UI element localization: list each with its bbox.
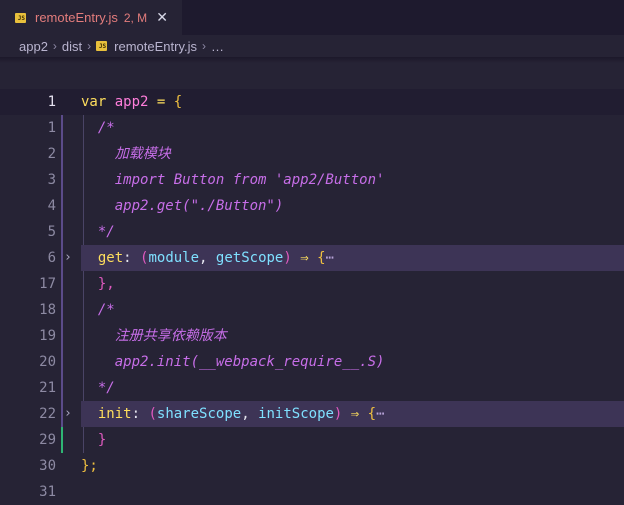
javascript-file-icon: JS xyxy=(15,12,26,23)
code-line: 5 */ xyxy=(0,219,624,245)
editor-tab-bar: JS remoteEntry.js 2, M ✕ xyxy=(0,0,624,35)
line-number: 17 xyxy=(39,276,56,292)
code-line: 17 }, xyxy=(0,271,624,297)
code-line: 31 xyxy=(0,479,624,505)
line-number: 1 xyxy=(47,120,56,136)
chevron-right-icon: › xyxy=(87,39,92,53)
line-content: }, xyxy=(97,276,115,292)
code-line: 21 */ xyxy=(0,375,624,401)
code-line: 20 app2.init(__webpack_require__.S) xyxy=(0,349,624,375)
line-number: 29 xyxy=(39,432,56,448)
tab-remoteentry[interactable]: JS remoteEntry.js 2, M ✕ xyxy=(0,0,183,35)
breadcrumb: app2 › dist › JS remoteEntry.js › … xyxy=(0,35,624,57)
code-line: 4 app2.get("./Button") xyxy=(0,193,624,219)
breadcrumb-folder-dist[interactable]: dist xyxy=(62,39,82,54)
tab-problem-status: 2, M xyxy=(123,10,148,25)
code-line: 1 /* xyxy=(0,115,624,141)
line-number: 19 xyxy=(39,328,56,344)
code-line: 3 import Button from 'app2/Button' xyxy=(0,167,624,193)
line-number: 6 xyxy=(47,250,56,266)
chevron-right-icon[interactable]: › xyxy=(64,401,72,427)
chevron-right-icon: › xyxy=(52,39,57,53)
line-content: var app2 = { xyxy=(81,94,183,110)
code-line: 1 var app2 = { xyxy=(0,89,624,115)
code-line-folded: 22 › init: (shareScope, initScope) ⇒ {⋯ xyxy=(0,401,624,427)
code-line: 18 /* xyxy=(0,297,624,323)
code-line: 30 }; xyxy=(0,453,624,479)
line-content: import Button from 'app2/Button' xyxy=(114,172,385,188)
code-line: 29 } xyxy=(0,427,624,453)
folded-ellipsis[interactable]: ⋯ xyxy=(376,406,384,422)
line-number: 22 xyxy=(39,406,56,422)
line-number: 21 xyxy=(39,380,56,396)
line-content: get: (module, getScope) ⇒ {⋯ xyxy=(97,250,334,266)
breadcrumb-folder-app2[interactable]: app2 xyxy=(19,39,48,54)
line-content: 加载模块 xyxy=(114,146,171,162)
javascript-file-icon: JS xyxy=(96,41,108,51)
line-content: } xyxy=(97,432,107,448)
breadcrumb-symbol[interactable]: … xyxy=(211,39,224,54)
line-number: 31 xyxy=(39,484,56,500)
code-line-folded: 6 › get: (module, getScope) ⇒ {⋯ xyxy=(0,245,624,271)
line-content: */ xyxy=(97,380,115,396)
breadcrumb-shadow xyxy=(0,57,624,63)
line-number: 5 xyxy=(47,224,56,240)
line-number: 3 xyxy=(47,172,56,188)
line-content: init: (shareScope, initScope) ⇒ {⋯ xyxy=(97,406,385,422)
line-content: }; xyxy=(81,458,98,474)
line-number: 30 xyxy=(39,458,56,474)
code-line: 19 注册共享依赖版本 xyxy=(0,323,624,349)
line-number: 20 xyxy=(39,354,56,370)
tab-filename: remoteEntry.js xyxy=(35,10,118,25)
line-number: 18 xyxy=(39,302,56,318)
line-content: /* xyxy=(97,302,115,318)
breadcrumb-file[interactable]: remoteEntry.js xyxy=(114,39,197,54)
folded-ellipsis[interactable]: ⋯ xyxy=(326,250,334,266)
line-content: /* xyxy=(97,120,115,136)
line-number: 2 xyxy=(47,146,56,162)
code-line: 2 加载模块 xyxy=(0,141,624,167)
line-number: 1 xyxy=(47,94,56,110)
line-content: app2.init(__webpack_require__.S) xyxy=(114,354,385,370)
chevron-right-icon[interactable]: › xyxy=(64,245,72,271)
line-content: 注册共享依赖版本 xyxy=(114,328,227,344)
chevron-right-icon: › xyxy=(202,39,206,53)
line-number: 4 xyxy=(47,198,56,214)
close-icon[interactable]: ✕ xyxy=(156,9,168,26)
line-content: */ xyxy=(97,224,115,240)
line-content: app2.get("./Button") xyxy=(114,198,284,214)
